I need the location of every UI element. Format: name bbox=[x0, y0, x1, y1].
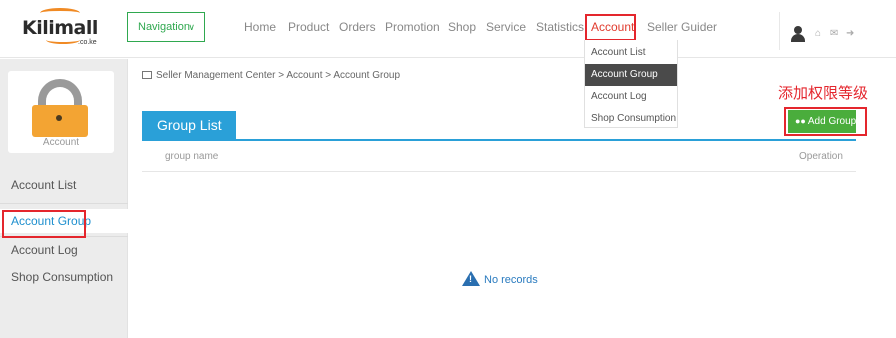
account-card: Account bbox=[8, 71, 114, 153]
monitor-icon bbox=[142, 71, 152, 79]
menu-home[interactable]: Home bbox=[244, 20, 276, 34]
menu-orders[interactable]: Orders bbox=[339, 20, 376, 34]
menu-product[interactable]: Product bbox=[288, 20, 329, 34]
logo-arc bbox=[46, 36, 80, 44]
user-head bbox=[794, 26, 802, 34]
header-divider bbox=[779, 12, 780, 50]
account-dropdown: Account List Account Group Account Log S… bbox=[584, 40, 678, 128]
warning-icon bbox=[462, 271, 480, 286]
add-group-highlight-box bbox=[784, 107, 867, 136]
lock-icon bbox=[30, 79, 90, 137]
menu-statistics[interactable]: Statistics bbox=[536, 20, 584, 34]
sidebar-item-shop-consumption[interactable]: Shop Consumption bbox=[0, 265, 128, 289]
kilimall-logo[interactable]: Kilimall .co.ke bbox=[18, 8, 108, 48]
menu-shop[interactable]: Shop bbox=[448, 20, 476, 34]
home-icon[interactable]: ⌂ bbox=[815, 28, 821, 39]
lock-keyhole bbox=[56, 115, 62, 121]
dropdown-account-log[interactable]: Account Log bbox=[585, 86, 677, 108]
column-header-group-name: group name bbox=[165, 151, 219, 162]
annotation-text: 添加权限等级 bbox=[778, 84, 869, 102]
menu-service[interactable]: Service bbox=[486, 20, 526, 34]
account-highlight-box bbox=[585, 14, 636, 41]
sidebar-item-account-list[interactable]: Account List bbox=[0, 173, 128, 197]
dropdown-account-group[interactable]: Account Group bbox=[585, 64, 677, 86]
account-card-caption: Account bbox=[42, 137, 80, 148]
empty-state: No records bbox=[462, 271, 538, 286]
empty-state-text: No records bbox=[484, 274, 538, 286]
logout-icon[interactable]: ➜ bbox=[846, 28, 854, 39]
navigation-button[interactable]: Navigation ∨ bbox=[127, 12, 205, 42]
top-bar: Kilimall .co.ke Navigation ∨ Home Produc… bbox=[0, 0, 896, 58]
breadcrumb: Seller Management Center > Account > Acc… bbox=[142, 70, 400, 81]
breadcrumb-text: Seller Management Center > Account > Acc… bbox=[156, 70, 401, 81]
column-header-operation: Operation bbox=[799, 151, 843, 162]
account-group-highlight-box bbox=[2, 210, 86, 238]
sidebar: Account Account List Account Group Accou… bbox=[0, 59, 128, 338]
table-header-divider bbox=[142, 171, 856, 172]
mail-icon[interactable]: ✉ bbox=[830, 28, 838, 39]
sidebar-item-account-log[interactable]: Account Log bbox=[0, 238, 128, 262]
navigation-label: Navigation bbox=[138, 21, 190, 33]
menu-seller-guider[interactable]: Seller Guider bbox=[647, 20, 717, 34]
user-icon[interactable] bbox=[791, 26, 805, 42]
sidebar-separator bbox=[0, 203, 128, 204]
menu-promotion[interactable]: Promotion bbox=[385, 20, 440, 34]
dropdown-shop-consumption[interactable]: Shop Consumption bbox=[585, 108, 677, 130]
user-body bbox=[791, 34, 805, 42]
tab-group-list[interactable]: Group List bbox=[142, 111, 236, 140]
chevron-down-icon: ∨ bbox=[188, 22, 195, 32]
logo-suffix: .co.ke bbox=[78, 39, 97, 46]
tab-underline bbox=[142, 139, 856, 141]
dropdown-account-list[interactable]: Account List bbox=[585, 42, 677, 64]
lock-body bbox=[32, 105, 88, 137]
